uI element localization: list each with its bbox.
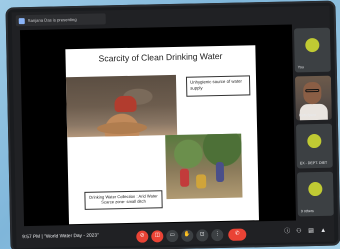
presenting-banner: Sanjana Das is presenting <box>15 13 106 27</box>
chat-icon[interactable]: ▤ <box>308 228 314 234</box>
end-call-icon[interactable]: ✆ <box>228 228 247 241</box>
photo-person <box>114 95 137 113</box>
meeting-time: 9:57 PM <box>22 234 41 241</box>
bottom-control-bar: 9:57 PM | "World Water Day - 2023" ⊘ ◫ ▭… <box>16 224 334 249</box>
presentation-stage[interactable]: Scarcity of Clean Drinking Water Unhygie… <box>19 24 296 227</box>
slide-photo-water-source <box>65 74 178 138</box>
photo-water <box>96 121 148 135</box>
meeting-separator: | <box>41 234 43 240</box>
slide: Scarcity of Clean Drinking Water Unhygie… <box>65 45 259 225</box>
meeting-title: "World Water Day - 2023" <box>44 233 99 240</box>
participant-name: You <box>297 65 304 70</box>
slide-callout-bottom: Drinking Water Collection : Arid Water S… <box>84 190 163 210</box>
more-options-icon[interactable]: ⋮ <box>211 228 224 242</box>
people-icon[interactable]: ⚇ <box>296 228 302 234</box>
participant-tile-video[interactable]: Participant <box>294 75 332 121</box>
info-icon[interactable]: ⓘ <box>284 229 290 235</box>
participant-name: EX - DEPT. DIET <box>299 160 328 166</box>
presenting-text: Sanjana Das is presenting <box>27 16 77 24</box>
participant-name: 9 others <box>300 209 314 214</box>
captions-icon[interactable]: ▭ <box>166 229 179 243</box>
participant-tiles: You Participant EX - DEPT. DIET 9 others <box>293 18 334 219</box>
meeting-info: 9:57 PM | "World Water Day - 2023" <box>22 234 98 241</box>
present-icon <box>18 17 25 24</box>
participant-tile-dept[interactable]: EX - DEPT. DIET <box>295 123 333 169</box>
photo-person <box>179 168 190 187</box>
activities-icon[interactable]: ▲ <box>320 228 326 234</box>
photo-person <box>196 174 207 189</box>
participant-tile-you[interactable]: You <box>293 27 331 73</box>
slide-photo-water-collection <box>165 133 243 200</box>
slide-title: Scarcity of Clean Drinking Water <box>98 50 223 64</box>
participant-tile-others[interactable]: 9 others <box>296 171 334 217</box>
avatar <box>307 133 322 149</box>
photo-person <box>215 161 225 183</box>
meeting-window: Sanjana Das is presenting Scarcity of Cl… <box>11 5 335 249</box>
present-icon[interactable]: ⊡ <box>196 229 209 242</box>
video-face <box>303 81 322 105</box>
device-frame: Sanjana Das is presenting Scarcity of Cl… <box>5 0 340 249</box>
video-glasses <box>305 88 320 93</box>
camera-off-icon[interactable]: ◫ <box>151 230 164 243</box>
slide-callout-top: Unhygienic source of water supply <box>185 75 251 97</box>
mic-off-icon[interactable]: ⊘ <box>136 230 149 243</box>
avatar <box>305 37 320 53</box>
participant-name: Participant <box>298 113 316 118</box>
raise-hand-icon[interactable]: ✋ <box>181 229 194 242</box>
avatar <box>308 181 323 197</box>
